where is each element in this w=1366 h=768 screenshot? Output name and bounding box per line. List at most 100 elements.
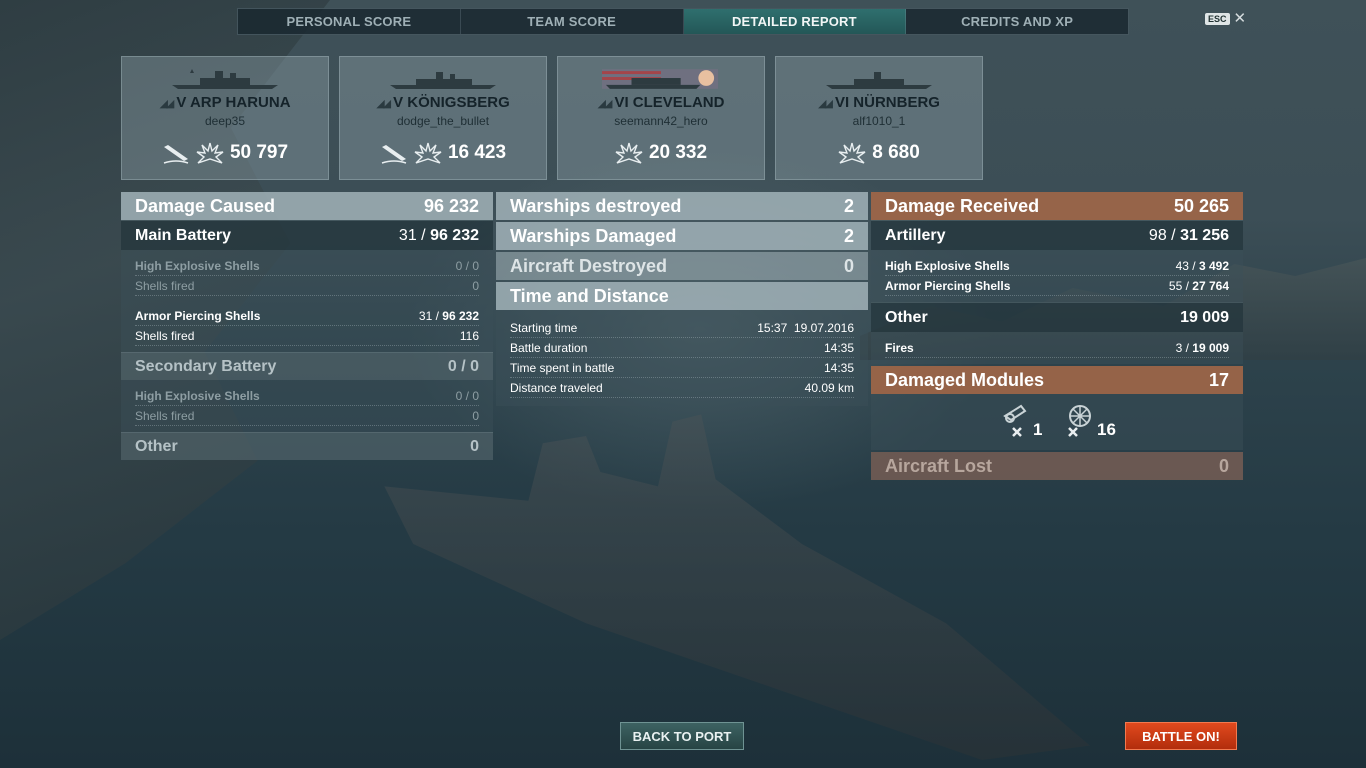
distance-row: Distance traveled 40.09 km	[510, 378, 854, 398]
received-ap-hits: 55	[1168, 278, 1183, 293]
back-to-port-button[interactable]: BACK TO PORT	[620, 722, 744, 750]
player-name: alf1010_1	[852, 114, 906, 128]
mb-he-hits: 0	[455, 258, 463, 273]
gun-module-count: 1	[1033, 420, 1043, 439]
starting-time-row: Starting time 15:37 19.07.2016	[510, 318, 854, 338]
warships-destroyed-value: 2	[843, 195, 854, 216]
main-battery-row: Main Battery 31 / 96 232	[121, 220, 493, 250]
other-caused-value: 0	[470, 437, 479, 455]
sunk-ship-icon	[381, 145, 407, 164]
received-he-hits: 43	[1175, 258, 1189, 273]
sec-he-label: High Explosive Shells	[135, 388, 260, 403]
damage-caused-header: Damage Caused 96 232	[121, 192, 493, 220]
player-name: seemann42_hero	[614, 114, 708, 128]
damage-burst-icon	[196, 142, 224, 164]
damage-burst-icon	[838, 142, 866, 164]
secondary-battery-details: High Explosive Shells 0 / 0 Shells fired…	[121, 380, 493, 432]
artillery-details: High Explosive Shells 43 / 3 492 Armor P…	[871, 250, 1243, 302]
damage-caused-total: 96 232	[423, 195, 479, 216]
tab-detailed-report[interactable]: DETAILED REPORT	[683, 9, 907, 34]
tab-credits-xp[interactable]: CREDITS AND XP	[906, 9, 1128, 34]
close-button[interactable]: ESC ✕	[1205, 11, 1247, 26]
time-distance-header: Time and Distance	[496, 282, 868, 310]
steering-module-icon	[1068, 405, 1091, 437]
sec-he-row: High Explosive Shells 0 / 0	[135, 386, 479, 406]
battle-duration-row: Battle duration 14:35	[510, 338, 854, 358]
mb-ap-fired-row: Shells fired 116	[135, 326, 479, 346]
secondary-battery-hits: 0	[447, 357, 457, 375]
received-ap-row: Armor Piercing Shells 55 / 27 764	[885, 276, 1229, 296]
damaged-modules-value: 17	[1208, 369, 1229, 390]
battle-duration-value: 14:35	[823, 340, 854, 355]
cruiser-class-icon: ◢◢	[818, 98, 833, 110]
ship-card: ◢◢ VI CLEVELAND seemann42_hero 20 332	[557, 56, 765, 180]
sunk-ship-icon	[163, 145, 189, 164]
other-caused-row: Other 0	[121, 432, 493, 460]
time-spent-row: Time spent in battle 14:35	[510, 358, 854, 378]
warships-damaged-row: Warships Damaged 2	[496, 222, 868, 250]
time-distance-details: Starting time 15:37 19.07.2016 Battle du…	[496, 310, 868, 406]
gun-module-stat: 1	[1001, 402, 1042, 440]
damaged-modules-label: Damaged Modules	[885, 369, 1045, 390]
destroyed-ships-cards: ◢◢ V ARP HARUNA deep35 50 797 ◢◢ V KÖNIGSB…	[121, 56, 983, 180]
fires-hits: 3	[1175, 340, 1183, 355]
gun-module-icon	[1003, 404, 1027, 437]
battle-duration-label: Battle duration	[510, 340, 588, 355]
ship-name: V KÖNIGSBERG	[393, 94, 510, 111]
player-name: deep35	[204, 114, 246, 128]
warships-destroyed-label: Warships destroyed	[510, 195, 682, 216]
artillery-damage: 31 256	[1180, 226, 1229, 244]
ship-silhouette-icon	[390, 72, 496, 89]
ship-name: VI CLEVELAND	[614, 94, 725, 111]
time-spent-label: Time spent in battle	[510, 360, 615, 375]
sec-he-fired-label: Shells fired	[135, 408, 195, 423]
sec-he-damage: 0	[472, 388, 479, 403]
ship-card: ◢◢ V ARP HARUNA deep35 50 797	[121, 56, 329, 180]
battleship-class-icon: ◢◢	[159, 98, 174, 110]
tab-personal-score[interactable]: PERSONAL SCORE	[238, 9, 461, 34]
aircraft-destroyed-row: Aircraft Destroyed 0	[496, 252, 868, 280]
secondary-battery-row: Secondary Battery 0 / 0	[121, 352, 493, 380]
other-received-details: Fires 3 / 19 009	[871, 332, 1243, 364]
damage-value: 50 797	[229, 142, 289, 163]
sec-he-fired-value: 0	[472, 408, 479, 423]
steering-module-stat: 16	[1063, 402, 1116, 440]
main-battery-details: High Explosive Shells 0 / 0 Shells fired…	[121, 250, 493, 352]
starting-time-label: Starting time	[510, 320, 578, 335]
ship-silhouette-icon	[172, 69, 278, 89]
mb-ap-row: Armor Piercing Shells 31 / 96 232	[135, 306, 479, 326]
warships-damaged-label: Warships Damaged	[510, 225, 677, 246]
player-name: dodge_the_bullet	[396, 114, 490, 128]
close-icon[interactable]: ✕	[1234, 11, 1247, 26]
warships-destroyed-row: Warships destroyed 2	[496, 192, 868, 220]
damage-received-total: 50 265	[1173, 195, 1229, 216]
damage-value: 8 680	[872, 142, 920, 163]
damage-value: 20 332	[648, 142, 708, 163]
tab-team-score[interactable]: TEAM SCORE	[461, 9, 684, 34]
time-distance-title: Time and Distance	[510, 285, 669, 306]
starting-time-value: 15:37 19.07.2016	[757, 320, 854, 335]
mb-ap-label: Armor Piercing Shells	[135, 308, 261, 323]
received-he-label: High Explosive Shells	[885, 258, 1010, 273]
received-ap-label: Armor Piercing Shells	[885, 278, 1011, 293]
time-spent-value: 14:35	[823, 360, 854, 375]
main-battery-hits: 31	[398, 226, 417, 244]
mb-ap-hits: 31	[418, 308, 433, 323]
sec-he-hits: 0	[455, 388, 463, 403]
battle-on-button[interactable]: BATTLE ON!	[1125, 722, 1237, 750]
secondary-battery-label: Secondary Battery	[135, 357, 277, 375]
report-tabs: PERSONAL SCORE TEAM SCORE DETAILED REPOR…	[237, 8, 1129, 35]
mb-ap-damage: 96 232	[442, 308, 479, 323]
fires-label: Fires	[885, 340, 914, 355]
other-received-row: Other 19 009	[871, 302, 1243, 332]
ship-name: VI NÜRNBERG	[834, 94, 940, 111]
damage-caused-title: Damage Caused	[135, 195, 276, 216]
mb-ap-fired-value: 116	[459, 328, 479, 343]
ship-card: ◢◢ V KÖNIGSBERG dodge_the_bullet 16 423	[339, 56, 547, 180]
distance-value: 40.09 km	[804, 380, 854, 395]
artillery-label: Artillery	[885, 226, 946, 244]
cruiser-class-icon: ◢◢	[376, 98, 391, 110]
damaged-modules-header: Damaged Modules 17	[871, 366, 1243, 394]
aircraft-destroyed-value: 0	[843, 255, 854, 276]
warships-damaged-value: 2	[843, 225, 854, 246]
